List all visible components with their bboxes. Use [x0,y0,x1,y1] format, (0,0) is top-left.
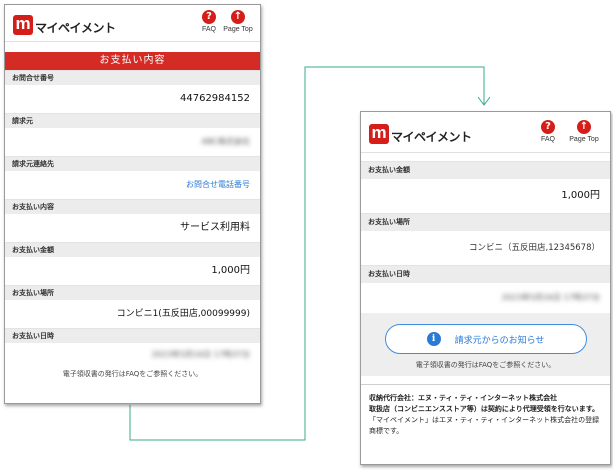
page-top-button[interactable]: ↑ Page Top [567,120,601,143]
logo-text: マイペイメント [35,21,116,35]
arrow-up-circle-icon: ↑ [577,120,591,134]
payment-content-value: サービス利用料 [180,222,250,233]
section-label: お支払い日時 [5,328,260,343]
mypayment-logo[interactable]: m マイペイメント [369,122,472,144]
receipt-note: 電子領収書の発行はFAQをご参照ください。 [415,361,556,369]
section-payment-datetime: お支払い日時 2023年5月16日 17時37分 [5,328,260,367]
section-payment-content: お支払い内容 サービス利用料 [5,199,260,242]
logo-text: マイペイメント [391,130,472,144]
payment-amount-value: 1,000円 [561,190,600,201]
app-header: m マイペイメント ? FAQ ↑ Page Top [361,112,610,153]
section-label: お支払い金額 [361,161,610,179]
inquiry-number-value: 44762984152 [180,93,250,104]
faq-button[interactable]: ? FAQ [531,120,565,143]
payment-amount-value: 1,000円 [211,265,250,276]
section-label: お問合せ番号 [5,70,260,85]
section-label: お支払い場所 [5,285,260,300]
payment-place-value: コンビニ（五反田店,12345678） [469,243,600,253]
section-payment-datetime: お支払い日時 2023年5月16日 17時37分 [361,265,610,313]
contact-phone-link[interactable]: お問合せ電話番号 [5,171,260,199]
section-label: お支払い金額 [5,242,260,257]
page-title: お支払い内容 [5,52,260,70]
section-payment-place: お支払い場所 コンビニ1(五反田店,00099999) [5,285,260,328]
receipt-note: 電子領収書の発行はFAQをご参照ください。 [62,370,203,378]
page-top-label: Page Top [569,136,599,143]
biller-notice-label: 請求元からのお知らせ [454,335,545,346]
section-payment-amount: お支払い金額 1,000円 [5,242,260,285]
arrow-up-circle-icon: ↑ [231,10,245,24]
faq-label: FAQ [540,136,555,143]
logo-mark: m [13,15,33,35]
section-inquiry-number: お問合せ番号 44762984152 [5,70,260,113]
payment-datetime-value: 2023年5月16日 17時37分 [501,293,600,302]
payment-complete-screen: m マイペイメント ? FAQ ↑ Page Top お支払い金額 1,000円… [360,111,611,465]
section-label: 請求元連絡先 [5,156,260,171]
question-circle-icon: ? [541,120,555,134]
company-line-trademark: 「マイペイメント」はエヌ・ティ・ティ・インターネット株式会社の登録商標です。 [369,416,600,435]
page-top-button[interactable]: ↑ Page Top [221,10,255,33]
notice-area: i 請求元からのお知らせ 電子領収書の発行はFAQをご参照ください。 [361,313,610,376]
section-biller-contact: 請求元連絡先 お問合せ電話番号 [5,156,260,199]
section-label: お支払い内容 [5,199,260,214]
section-payment-place: お支払い場所 コンビニ（五反田店,12345678） [361,213,610,265]
section-label: お支払い場所 [361,213,610,231]
payment-place-value: コンビニ1(五反田店,00099999) [116,309,250,319]
biller-notice-button[interactable]: i 請求元からのお知らせ [384,324,587,354]
section-label: お支払い日時 [361,265,610,283]
mypayment-logo[interactable]: m マイペイメント [13,13,116,35]
payment-datetime-value: 2023年5月16日 17時37分 [151,350,250,359]
app-header: m マイペイメント ? FAQ ↑ Page Top [5,5,260,42]
info-icon: i [426,332,441,346]
payment-details-screen: m マイペイメント ? FAQ ↑ Page Top お支払い内容 お問合せ番号… [4,4,261,404]
section-payment-amount: お支払い金額 1,000円 [361,161,610,213]
company-line-agent: 収納代行会社：エヌ・ティ・ティ・インターネット株式会社 [369,394,558,402]
company-line-store: 取扱店（コンビニエンスストア等）は契約により代理受領を行ないます。 [369,405,600,413]
biller-value: ABC株式会社 [201,137,250,146]
page-top-label: Page Top [223,26,253,33]
logo-mark: m [369,124,389,144]
question-circle-icon: ? [202,10,216,24]
company-info: 収納代行会社：エヌ・ティ・ティ・インターネット株式会社 取扱店（コンビニエンスス… [361,384,610,437]
section-biller: 請求元 ABC株式会社 [5,113,260,156]
section-label: 請求元 [5,113,260,128]
